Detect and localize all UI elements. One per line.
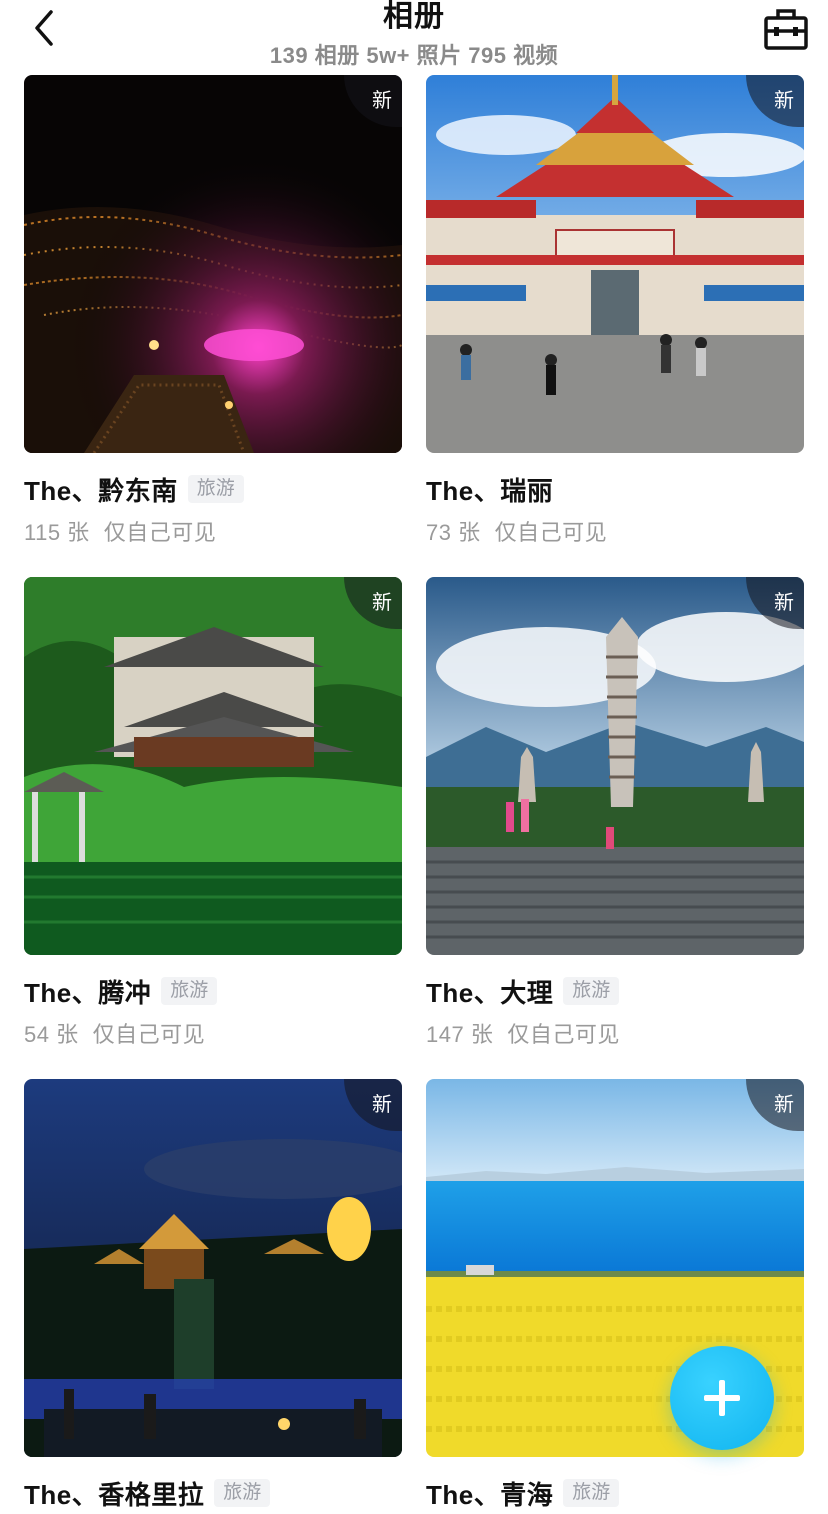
album-cover[interactable]: 新	[426, 75, 804, 453]
album-name: The、大理	[426, 977, 554, 1008]
pagoda-photo	[426, 577, 804, 955]
album-cover[interactable]: 新	[24, 577, 402, 955]
album-cover[interactable]: 新	[24, 1079, 402, 1457]
album-name: The、腾冲	[24, 977, 152, 1008]
album-tag: 旅游	[563, 977, 620, 1005]
album-card[interactable]: 新 The、黔东南 旅游 115 张仅自己可见	[24, 75, 402, 545]
photo-count: 54 张	[24, 1022, 79, 1047]
album-cover[interactable]: 新	[24, 75, 402, 453]
port-building-photo	[426, 75, 804, 453]
album-tag: 旅游	[214, 1479, 271, 1507]
photo-count: 115 张	[24, 520, 90, 545]
album-name: The、青海	[426, 1479, 554, 1510]
album-card[interactable]: 新 The、香格里拉 旅游	[24, 1079, 402, 1510]
toolbox-button[interactable]	[762, 6, 810, 52]
album-name: The、瑞丽	[426, 475, 554, 506]
night-town-photo	[24, 1079, 402, 1457]
visibility-label: 仅自己可见	[103, 520, 217, 545]
photo-count: 73 张	[426, 520, 481, 545]
photo-count: 147 张	[426, 1022, 494, 1047]
lake-temple-photo	[24, 577, 402, 955]
visibility-label: 仅自己可见	[92, 1022, 206, 1047]
album-card[interactable]: 新 The、大理 旅游 147 张仅自己可见	[426, 577, 804, 1047]
album-cover[interactable]: 新	[426, 577, 804, 955]
top-bar: 相册 139 相册 5w+ 照片 795 视频	[0, 0, 828, 72]
album-stats: 139 相册 5w+ 照片 795 视频	[269, 43, 559, 68]
album-name: The、黔东南	[24, 475, 178, 506]
album-card[interactable]: 新 The、腾冲 旅游 54 张仅自己可见	[24, 577, 402, 1047]
album-tag: 旅游	[563, 1479, 620, 1507]
toolbox-icon	[764, 9, 808, 50]
night-village-photo	[24, 75, 402, 453]
album-card[interactable]: 新 The、瑞丽 73 张仅自己可见	[426, 75, 804, 545]
visibility-label: 仅自己可见	[494, 520, 608, 545]
album-tag: 旅游	[187, 475, 244, 503]
create-album-button[interactable]	[670, 1346, 774, 1450]
page-title: 相册	[383, 0, 445, 33]
album-name: The、香格里拉	[24, 1479, 205, 1510]
album-tag: 旅游	[161, 977, 218, 1005]
visibility-label: 仅自己可见	[507, 1022, 620, 1047]
